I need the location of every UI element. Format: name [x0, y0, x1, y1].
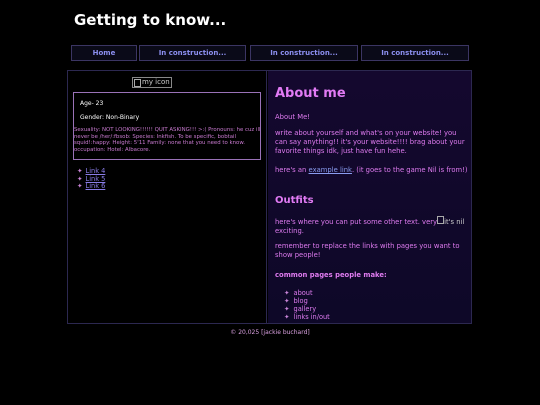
example-text-before: here's an — [275, 166, 309, 174]
about-intro: About Me! — [275, 113, 311, 121]
about-paragraph: write about yourself and what's on your … — [275, 129, 465, 155]
nav-construction-1[interactable]: In construction... — [139, 45, 246, 61]
page-name: gallery — [293, 305, 317, 313]
nav-construction-3[interactable]: In construction... — [361, 45, 469, 61]
link-6[interactable]: Link 6 — [86, 182, 106, 190]
page-name: about — [293, 289, 313, 297]
common-pages-heading: common pages people make: — [275, 271, 387, 279]
example-link[interactable]: example link — [309, 166, 352, 174]
sidebar-links: ✦ Link 4 ✦ Link 5 ✦ Link 6 — [77, 167, 106, 191]
outfits-text-before: here's where you can put some other text… — [275, 218, 438, 226]
nil-image: it's nil — [437, 216, 465, 226]
nav-construction-2[interactable]: In construction... — [250, 45, 358, 61]
age-text: Age- 23 — [80, 100, 104, 107]
list-item: ✦ blog — [284, 297, 330, 305]
site-title: Getting to know... — [74, 11, 227, 29]
star-icon: ✦ — [284, 289, 290, 297]
avatar-alt-text: my icon — [142, 78, 170, 86]
gender-text: Gender: Non-Binary — [80, 114, 140, 121]
profile-blurb: Sexuality: NOT LOOKING!!!!!! QUIT ASKING… — [74, 127, 261, 153]
star-icon: ✦ — [284, 313, 290, 321]
avatar: my icon — [132, 77, 172, 88]
list-item: ✦ gallery — [284, 305, 330, 313]
example-text-after: . (it goes to the game Nil is from!) — [351, 166, 468, 174]
outfits-text-after: exciting. — [275, 227, 304, 235]
nav-home[interactable]: Home — [71, 45, 137, 61]
footer: © 20,025 [jackie buchard] — [230, 329, 310, 336]
page-title: About me — [275, 86, 346, 101]
page-name: links in/out — [293, 313, 330, 321]
broken-image-icon — [134, 78, 141, 87]
reminder-paragraph: remember to replace the links with pages… — [275, 242, 460, 259]
list-item: ✦ links in/out — [284, 313, 330, 321]
list-item: ✦ Link 6 — [77, 182, 106, 191]
star-icon: ✦ — [284, 305, 290, 313]
page-name: blog — [293, 297, 308, 305]
common-pages-list: ✦ about ✦ blog ✦ gallery ✦ links in/out — [284, 289, 330, 321]
example-paragraph: here's an example link. (it goes to the … — [275, 166, 470, 175]
star-icon: ✦ — [284, 297, 290, 305]
star-icon: ✦ — [77, 182, 83, 191]
outfits-paragraph: here's where you can put some other text… — [275, 216, 470, 236]
nil-image-alt: it's nil — [444, 218, 465, 226]
star-icon: ✦ — [77, 167, 83, 175]
list-item: ✦ about — [284, 289, 330, 297]
top-nav: Home In construction... In construction.… — [0, 45, 540, 61]
outfits-heading: Outfits — [275, 195, 314, 206]
